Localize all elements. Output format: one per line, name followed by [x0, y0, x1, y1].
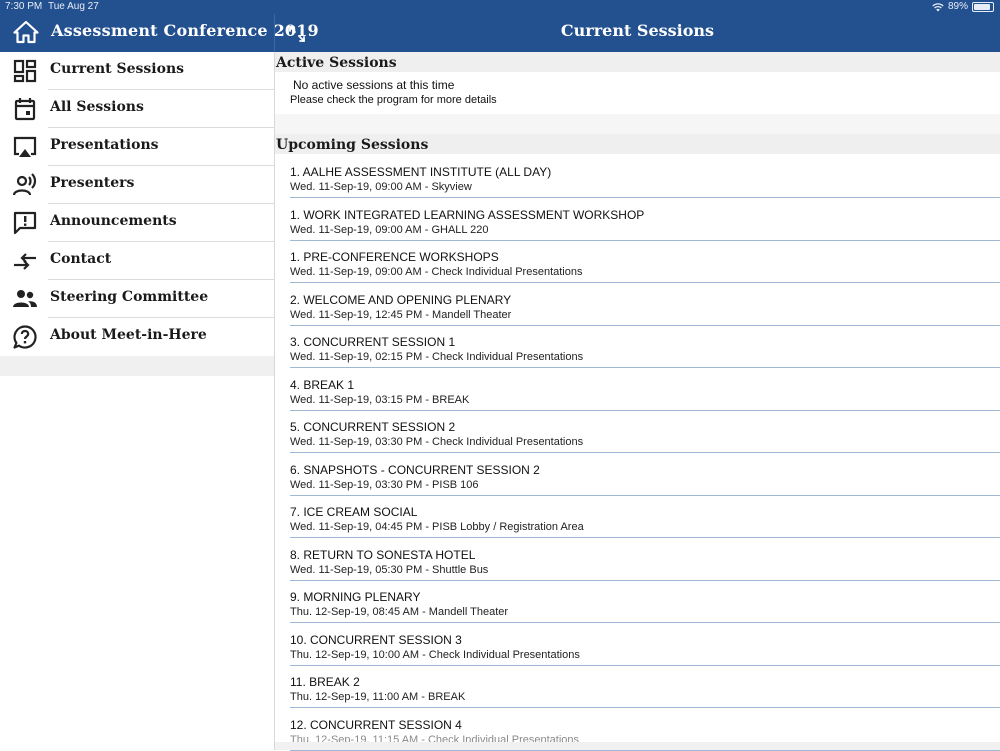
- session-row[interactable]: 1. PRE-CONFERENCE WORKSHOPS Wed. 11-Sep-1…: [275, 241, 1000, 283]
- session-detail: Thu. 12-Sep-19, 10:00 AM - Check Individ…: [290, 648, 580, 661]
- session-title: 6. SNAPSHOTS - CONCURRENT SESSION 2: [290, 462, 540, 477]
- session-detail: Thu. 12-Sep-19, 08:45 AM - Mandell Theat…: [290, 606, 509, 618]
- sidebar-item-label: All Sessions: [50, 99, 144, 115]
- session-row[interactable]: 10. CONCURRENT SESSION 3 Thu. 12-Sep-19, …: [275, 624, 1000, 666]
- status-right: 89%: [932, 0, 994, 14]
- sidebar-item-label: About Meet-in-Here: [50, 327, 207, 343]
- session-detail: Wed. 11-Sep-19, 02:15 PM - Check Individ…: [290, 351, 584, 363]
- airplay-icon: [13, 136, 37, 157]
- list-bottom-edge: [275, 742, 1000, 750]
- session-detail: Wed. 11-Sep-19, 03:30 PM - PISB 106: [290, 478, 479, 491]
- program-hint: Please check the program for more detail…: [290, 94, 497, 106]
- sidebar-item-label: Contact: [50, 251, 112, 267]
- battery-icon: [972, 2, 994, 12]
- session-title: 9. MORNING PLENARY: [290, 590, 421, 604]
- sidebar-item-current-sessions[interactable]: Current Sessions: [0, 52, 274, 90]
- status-time: 7:30 PM: [5, 1, 43, 12]
- status-date: Tue Aug 27: [48, 1, 99, 12]
- session-detail: Wed. 11-Sep-19, 12:45 PM - Mandell Theat…: [290, 308, 512, 321]
- session-row[interactable]: 5. CONCURRENT SESSION 2 Wed. 11-Sep-19, 0…: [275, 411, 1000, 453]
- status-bar: 7:30 PM Tue Aug 27 89%: [0, 0, 1000, 14]
- dashboard-icon: [13, 59, 37, 83]
- swap-arrows-icon: [14, 253, 36, 270]
- sidebar-item-presentations[interactable]: Presentations: [0, 128, 274, 166]
- session-detail: Thu. 12-Sep-19, 11:00 AM - BREAK: [290, 691, 466, 703]
- active-sessions-heading: Active Sessions: [275, 52, 1000, 72]
- help-icon: [13, 325, 37, 349]
- sidebar-item-announcements[interactable]: Announcements: [0, 204, 274, 242]
- session-row[interactable]: 1. WORK INTEGRATED LEARNING ASSESSMENT W…: [275, 199, 1000, 241]
- session-row[interactable]: 11. BREAK 2 Thu. 12-Sep-19, 11:00 AM - BR…: [275, 666, 1000, 708]
- sidebar-item-label: Announcements: [50, 213, 177, 229]
- sidebar-item-label: Presenters: [50, 175, 135, 191]
- session-title: 5. CONCURRENT SESSION 2: [290, 420, 456, 434]
- session-detail: Wed. 11-Sep-19, 09:00 AM - GHALL 220: [290, 223, 489, 236]
- sidebar-item-presenters[interactable]: Presenters: [0, 166, 274, 204]
- session-row[interactable]: 7. ICE CREAM SOCIAL Wed. 11-Sep-19, 04:45…: [275, 496, 1000, 538]
- session-title: 12. CONCURRENT SESSION 4: [290, 717, 462, 732]
- session-title: 7. ICE CREAM SOCIAL: [290, 505, 418, 519]
- session-title: 4. BREAK 1: [290, 377, 355, 392]
- spacer: [275, 114, 1000, 134]
- session-detail: Wed. 11-Sep-19, 03:15 PM - BREAK: [290, 393, 470, 406]
- wifi-icon: [932, 2, 944, 11]
- battery-percent: 89%: [947, 1, 968, 12]
- announcement-icon: [13, 211, 37, 235]
- speaker-icon: [12, 173, 37, 196]
- session-row[interactable]: 4. BREAK 1 Wed. 11-Sep-19, 03:15 PM - BRE…: [275, 369, 1000, 411]
- calendar-icon: [14, 98, 36, 121]
- session-detail: Wed. 11-Sep-19, 09:00 AM - Check Individ…: [290, 266, 583, 278]
- upcoming-sessions-heading: Upcoming Sessions: [275, 134, 1000, 154]
- sidebar-item-label: Presentations: [50, 137, 159, 153]
- session-detail: Wed. 11-Sep-19, 03:30 PM - Check Individ…: [290, 436, 584, 448]
- sidebar: Current Sessions All Sessions Presentati…: [0, 52, 274, 750]
- session-row[interactable]: 6. SNAPSHOTS - CONCURRENT SESSION 2 Wed. …: [275, 454, 1000, 496]
- session-title: 1. AALHE ASSESSMENT INSTITUTE (ALL DAY): [290, 165, 552, 179]
- session-title: 11. BREAK 2: [290, 675, 360, 689]
- page-title: Current Sessions: [560, 21, 715, 40]
- session-row[interactable]: 8. RETURN TO SONESTA HOTEL Wed. 11-Sep-19…: [275, 539, 1000, 581]
- session-row[interactable]: 3. CONCURRENT SESSION 1 Wed. 11-Sep-19, 0…: [275, 326, 1000, 368]
- sidebar-item-label: Current Sessions: [50, 61, 184, 77]
- sidebar-item-label: Steering Committee: [50, 289, 209, 305]
- sidebar-item-about[interactable]: About Meet-in-Here: [0, 318, 274, 356]
- no-active-message: No active sessions at this time: [293, 78, 455, 92]
- main-content[interactable]: Active Sessions No active sessions at th…: [275, 52, 1000, 751]
- session-title: 8. RETURN TO SONESTA HOTEL: [290, 547, 476, 562]
- session-title: 3. CONCURRENT SESSION 1: [290, 335, 456, 349]
- sidebar-footer: [0, 356, 274, 376]
- sidebar-item-contact[interactable]: Contact: [0, 242, 274, 280]
- session-row[interactable]: 2. WELCOME AND OPENING PLENARY Wed. 11-Se…: [275, 284, 1000, 326]
- session-detail: Wed. 11-Sep-19, 09:00 AM - Skyview: [290, 181, 472, 193]
- home-icon[interactable]: [13, 20, 39, 44]
- session-title: 1. WORK INTEGRATED LEARNING ASSESSMENT W…: [290, 207, 645, 222]
- session-title: 10. CONCURRENT SESSION 3: [290, 632, 462, 647]
- session-detail: Wed. 11-Sep-19, 04:45 PM - PISB Lobby / …: [290, 521, 584, 533]
- session-row[interactable]: 9. MORNING PLENARY Thu. 12-Sep-19, 08:45 …: [275, 581, 1000, 623]
- session-detail: Wed. 11-Sep-19, 05:30 PM - Shuttle Bus: [290, 563, 489, 576]
- group-icon: [13, 290, 37, 307]
- app-header: 7:30 PM Tue Aug 27 89% Assessment Confer…: [0, 0, 1000, 52]
- sidebar-item-steering-committee[interactable]: Steering Committee: [0, 280, 274, 318]
- session-title: 2. WELCOME AND OPENING PLENARY: [290, 292, 512, 307]
- session-row[interactable]: 1. AALHE ASSESSMENT INSTITUTE (ALL DAY) W…: [275, 156, 1000, 198]
- session-title: 1. PRE-CONFERENCE WORKSHOPS: [290, 250, 499, 264]
- sidebar-item-all-sessions[interactable]: All Sessions: [0, 90, 274, 128]
